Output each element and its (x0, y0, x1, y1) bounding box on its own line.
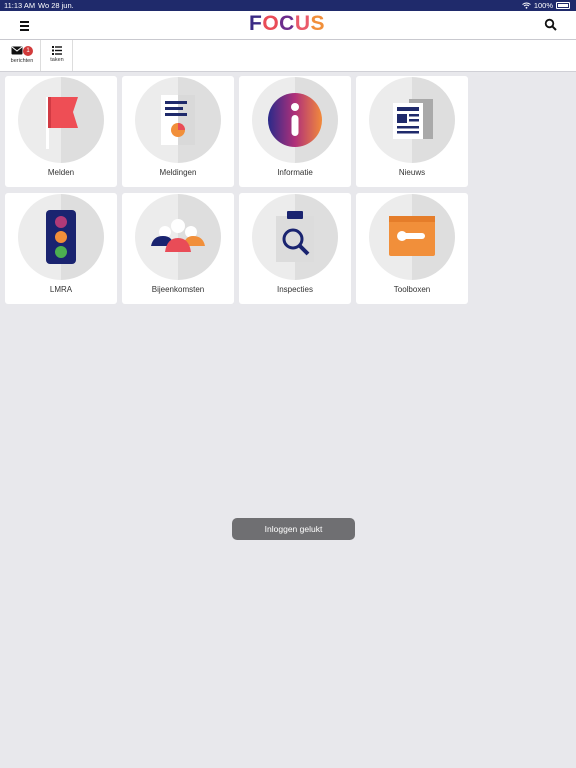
envelope-icon (11, 46, 23, 55)
tile-meldingen[interactable]: Meldingen (122, 76, 234, 187)
traffic-light-icon (18, 194, 104, 280)
battery-icon (556, 2, 570, 9)
tile-label: Toolboxen (393, 285, 431, 294)
flag-icon (18, 77, 104, 163)
newspaper-icon (369, 77, 455, 163)
tile-toolboxen[interactable]: Toolboxen (356, 193, 468, 304)
group-icon (135, 194, 221, 280)
tile-label: Inspecties (276, 285, 314, 294)
tile-label: Melden (47, 168, 75, 177)
tile-label: Informatie (277, 168, 313, 177)
messages-badge: 1 (23, 46, 33, 56)
status-bar: 11:13 AM Wo 28 jun. 100% (0, 0, 576, 11)
toolbox-icon (369, 194, 455, 280)
status-date: Wo 28 jun. (38, 1, 74, 10)
tile-informatie[interactable]: Informatie (239, 76, 351, 187)
wifi-icon (522, 2, 531, 9)
clipboard-search-icon (252, 194, 338, 280)
tile-bijeenkomsten[interactable]: Bijeenkomsten (122, 193, 234, 304)
status-time: 11:13 AM (4, 1, 36, 10)
tile-label: LMRA (49, 285, 73, 294)
tasks-button[interactable]: taken (42, 40, 73, 71)
menu-button[interactable] (16, 17, 32, 33)
messages-button[interactable]: 1 berichten (4, 40, 41, 71)
tile-label: Meldingen (159, 168, 197, 177)
list-icon (52, 46, 62, 55)
tile-nieuws[interactable]: Nieuws (356, 76, 468, 187)
tile-melden[interactable]: Melden (5, 76, 117, 187)
toast-message: Inloggen gelukt (232, 518, 355, 540)
info-icon (252, 77, 338, 163)
tile-inspecties[interactable]: Inspecties (239, 193, 351, 304)
hamburger-icon (19, 21, 29, 23)
search-button[interactable] (544, 18, 558, 32)
messages-label: berichten (10, 58, 34, 64)
tasks-label: taken (50, 57, 64, 63)
tile-label: Bijeenkomsten (151, 285, 205, 294)
app-header: FOCUS (0, 11, 576, 40)
search-icon (544, 18, 557, 31)
focus-logo: FOCUS (249, 12, 326, 35)
tile-lmra[interactable]: LMRA (5, 193, 117, 304)
report-icon (135, 77, 221, 163)
status-right: 100% (522, 0, 570, 11)
quick-toolbar: 1 berichten taken (0, 40, 576, 72)
battery-percent: 100% (533, 1, 553, 10)
tile-label: Nieuws (398, 168, 426, 177)
